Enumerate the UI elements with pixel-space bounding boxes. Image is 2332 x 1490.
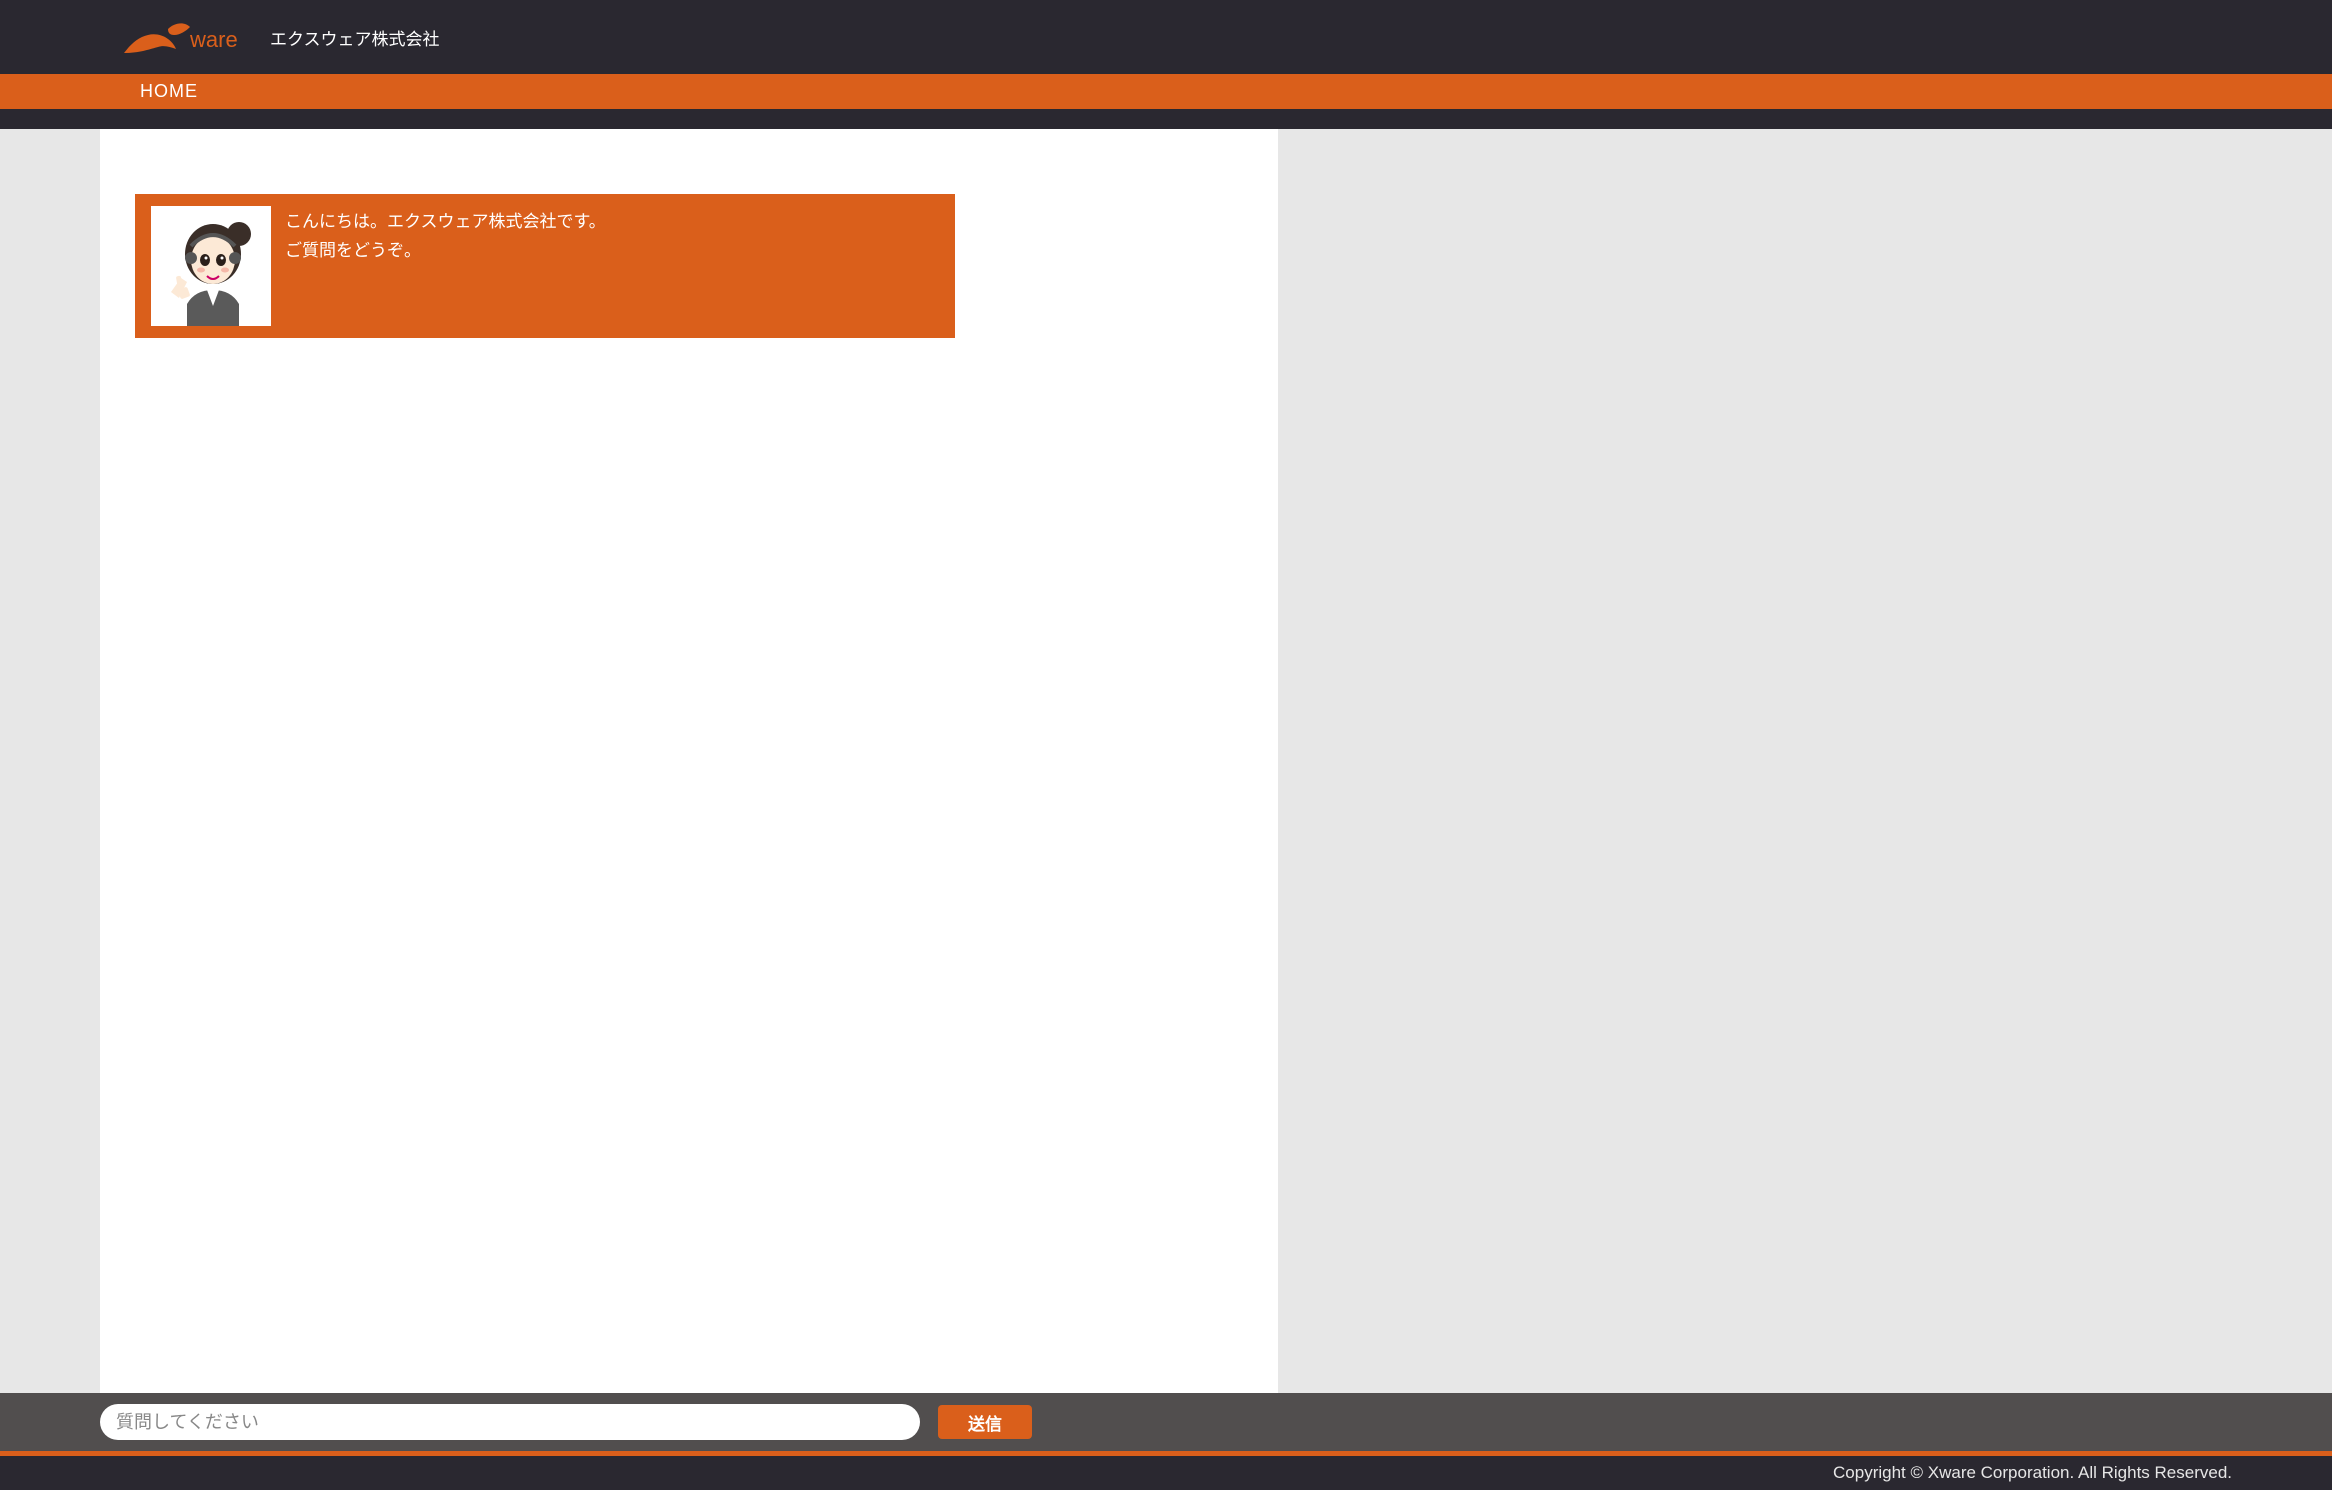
chat-bubble: こんにちは。エクスウェア株式会社です。 ご質問をどうぞ。 [135, 194, 955, 338]
nav-home-link[interactable]: HOME [140, 81, 198, 102]
svg-text:ware: ware [189, 27, 238, 52]
chat-input[interactable] [100, 1404, 920, 1440]
company-name: エクスウェア株式会社 [270, 25, 440, 50]
chat-greeting-text: こんにちは。エクスウェア株式会社です。 ご質問をどうぞ。 [285, 206, 606, 326]
send-button[interactable]: 送信 [938, 1405, 1032, 1439]
main-area: こんにちは。エクスウェア株式会社です。 ご質問をどうぞ。 [0, 129, 2332, 1393]
content-panel: こんにちは。エクスウェア株式会社です。 ご質問をどうぞ。 [100, 129, 1278, 1393]
header-top-bar: ware エクスウェア株式会社 [0, 0, 2332, 74]
brand-logo-icon: ware [120, 17, 250, 57]
subheader-gap [0, 109, 2332, 129]
footer-copyright: Copyright © Xware Corporation. All Right… [1833, 1463, 2232, 1483]
logo-group: ware エクスウェア株式会社 [120, 17, 440, 57]
assistant-avatar [151, 206, 271, 326]
input-bar: 送信 [0, 1393, 2332, 1451]
footer: Copyright © Xware Corporation. All Right… [0, 1456, 2332, 1490]
nav-bar: HOME [0, 74, 2332, 109]
